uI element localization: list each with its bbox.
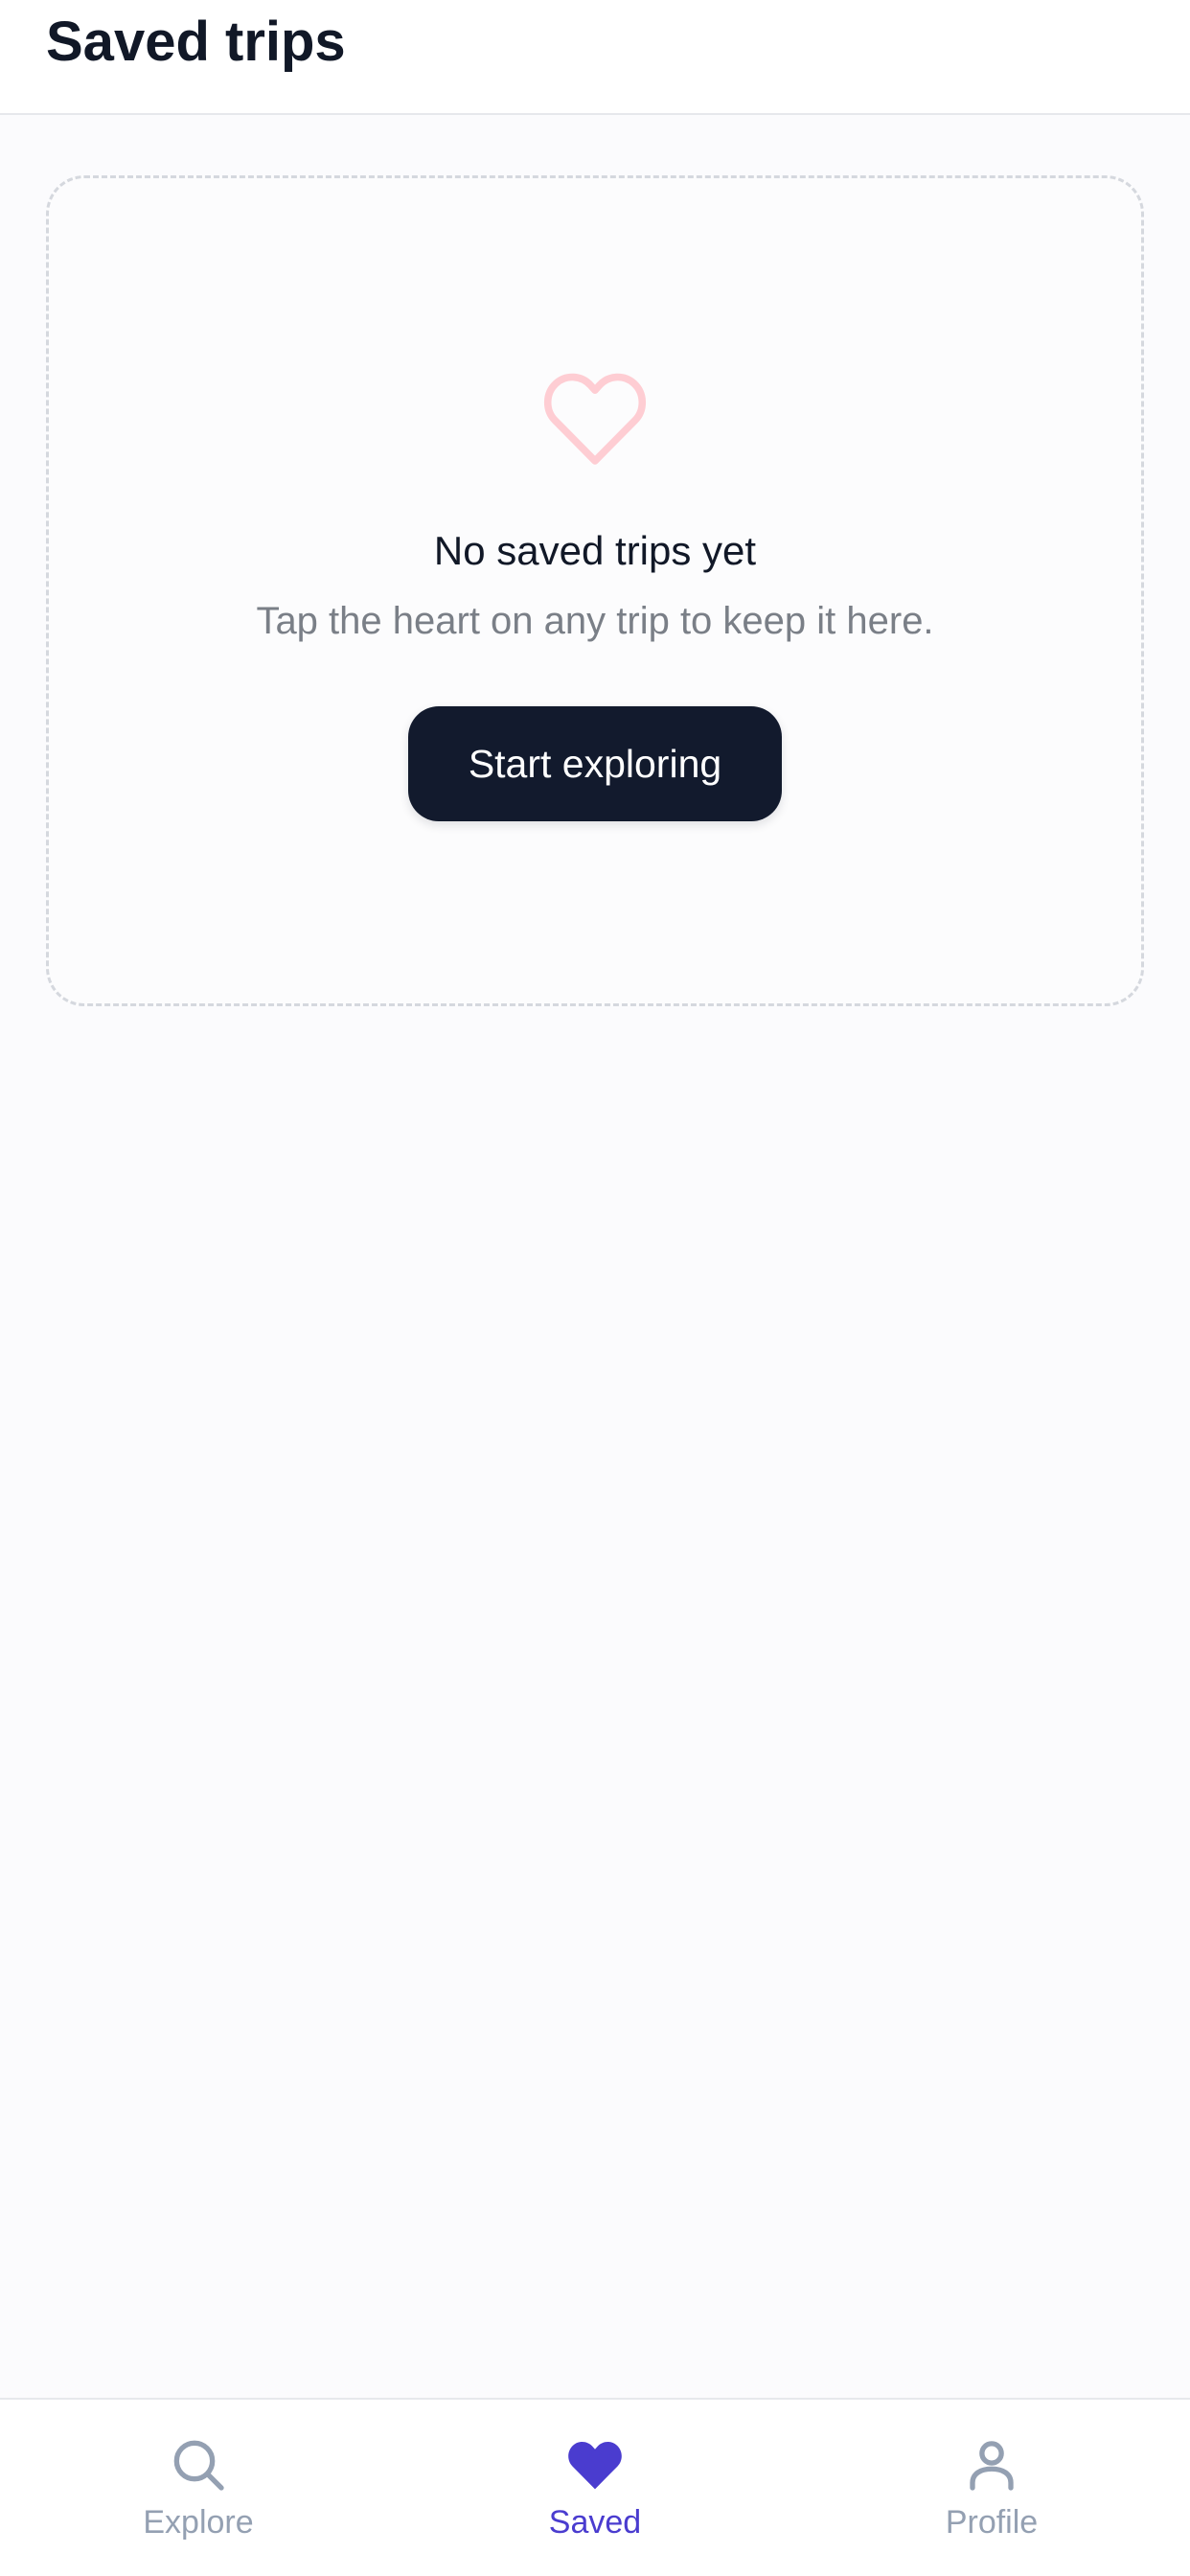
- tab-profile[interactable]: Profile: [793, 2400, 1190, 2576]
- bottom-tab-bar: Explore Saved Profile: [0, 2398, 1190, 2576]
- tab-explore-label: Explore: [143, 2504, 254, 2541]
- tab-explore[interactable]: Explore: [0, 2400, 397, 2576]
- empty-state-title: No saved trips yet: [433, 528, 757, 573]
- tab-profile-label: Profile: [945, 2504, 1039, 2541]
- search-icon: [173, 2440, 224, 2491]
- start-exploring-button[interactable]: Start exploring: [408, 706, 782, 821]
- heart-outline-icon: [543, 373, 647, 465]
- empty-state-subtitle: Tap the heart on any trip to keep it her…: [256, 600, 934, 642]
- heart-icon: [568, 2442, 622, 2490]
- page-title: Saved trips: [46, 11, 346, 73]
- empty-state-card: [46, 175, 1144, 1006]
- tab-saved[interactable]: Saved: [397, 2400, 793, 2576]
- tab-saved-label: Saved: [548, 2504, 642, 2541]
- user-icon: [970, 2441, 1014, 2491]
- header-bar: Saved trips: [0, 0, 1190, 115]
